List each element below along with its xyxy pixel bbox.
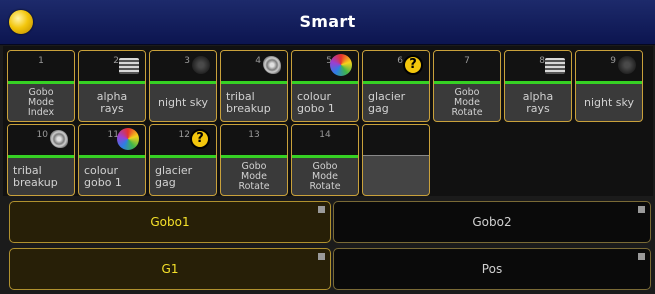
tile-label: glacier gag xyxy=(155,163,193,189)
tile-label: Gobo Mode Rotate xyxy=(238,160,270,192)
gobo2-button-label: Gobo2 xyxy=(472,215,512,229)
corner-marker-icon xyxy=(318,206,325,213)
pool-tile[interactable]: 3 night sky xyxy=(149,50,217,122)
pool-tile[interactable]: 14 Gobo Mode Rotate xyxy=(291,124,359,196)
tile-number: 12 xyxy=(178,130,190,140)
question-mark-icon: ? xyxy=(403,55,423,75)
tile-number: 3 xyxy=(184,56,190,66)
gobo2-button[interactable]: Gobo2 xyxy=(333,201,651,243)
pos-button-label: Pos xyxy=(481,262,503,276)
corner-marker-icon xyxy=(318,253,325,260)
night-sky-icon xyxy=(618,56,636,74)
pool-tile[interactable]: 11 colour gobo 1 xyxy=(78,124,146,196)
gobo1-button[interactable]: Gobo1 xyxy=(9,201,331,243)
tile-label: colour gobo 1 xyxy=(84,163,122,189)
tribal-breakup-icon xyxy=(263,56,281,74)
pool-tile[interactable]: 10 tribal breakup xyxy=(7,124,75,196)
corner-marker-icon xyxy=(638,253,645,260)
gobo-pool: 1 Gobo Mode Index 2 alpha rays 3 night s… xyxy=(3,46,653,196)
window-title: Smart xyxy=(299,12,356,31)
gobo1-button-label: Gobo1 xyxy=(150,215,190,229)
pool-tile[interactable]: 8 alpha rays xyxy=(504,50,572,122)
g1-button-label: G1 xyxy=(161,262,179,276)
title-bar: Smart xyxy=(0,0,655,45)
alpha-rays-icon xyxy=(119,58,139,74)
empty-pool-tile[interactable] xyxy=(362,124,430,196)
tile-number: 4 xyxy=(255,56,261,66)
colour-gobo-icon xyxy=(330,54,352,76)
tile-label: tribal breakup xyxy=(13,163,58,189)
tile-number: 9 xyxy=(610,56,616,66)
tile-number: 10 xyxy=(36,130,48,140)
pool-tile[interactable]: 9 night sky xyxy=(575,50,643,122)
pool-tile[interactable]: 12? glacier gag xyxy=(149,124,217,196)
tile-label: alpha rays xyxy=(522,89,554,115)
question-mark-icon: ? xyxy=(190,129,210,149)
tile-label: colour gobo 1 xyxy=(297,89,335,115)
pool-tile[interactable]: 1 Gobo Mode Index xyxy=(7,50,75,122)
tile-number: 1 xyxy=(38,56,44,66)
pool-tile[interactable]: 4 tribal breakup xyxy=(220,50,288,122)
alpha-rays-icon xyxy=(545,58,565,74)
colour-gobo-icon xyxy=(117,128,139,150)
tile-label: night sky xyxy=(583,95,634,109)
pos-button[interactable]: Pos xyxy=(333,248,651,290)
tile-label: night sky xyxy=(157,95,208,109)
corner-marker-icon xyxy=(638,206,645,213)
pool-tile[interactable]: 5 colour gobo 1 xyxy=(291,50,359,122)
pool-tile[interactable]: 2 alpha rays xyxy=(78,50,146,122)
pool-tile[interactable]: 7 Gobo Mode Rotate xyxy=(433,50,501,122)
pool-tile[interactable]: 6? glacier gag xyxy=(362,50,430,122)
tile-number: 14 xyxy=(319,130,331,140)
tile-label: Gobo Mode Rotate xyxy=(309,160,341,192)
tribal-breakup-icon xyxy=(50,130,68,148)
tile-number: 13 xyxy=(248,130,260,140)
night-sky-icon xyxy=(192,56,210,74)
tile-label: alpha rays xyxy=(96,89,128,115)
tile-label: Gobo Mode Rotate xyxy=(451,86,483,118)
g1-button[interactable]: G1 xyxy=(9,248,331,290)
tile-label: glacier gag xyxy=(368,89,406,115)
tile-label: tribal breakup xyxy=(226,89,271,115)
tile-number: 7 xyxy=(464,56,470,66)
tile-label: Gobo Mode Index xyxy=(27,86,55,118)
pool-tile[interactable]: 13 Gobo Mode Rotate xyxy=(220,124,288,196)
